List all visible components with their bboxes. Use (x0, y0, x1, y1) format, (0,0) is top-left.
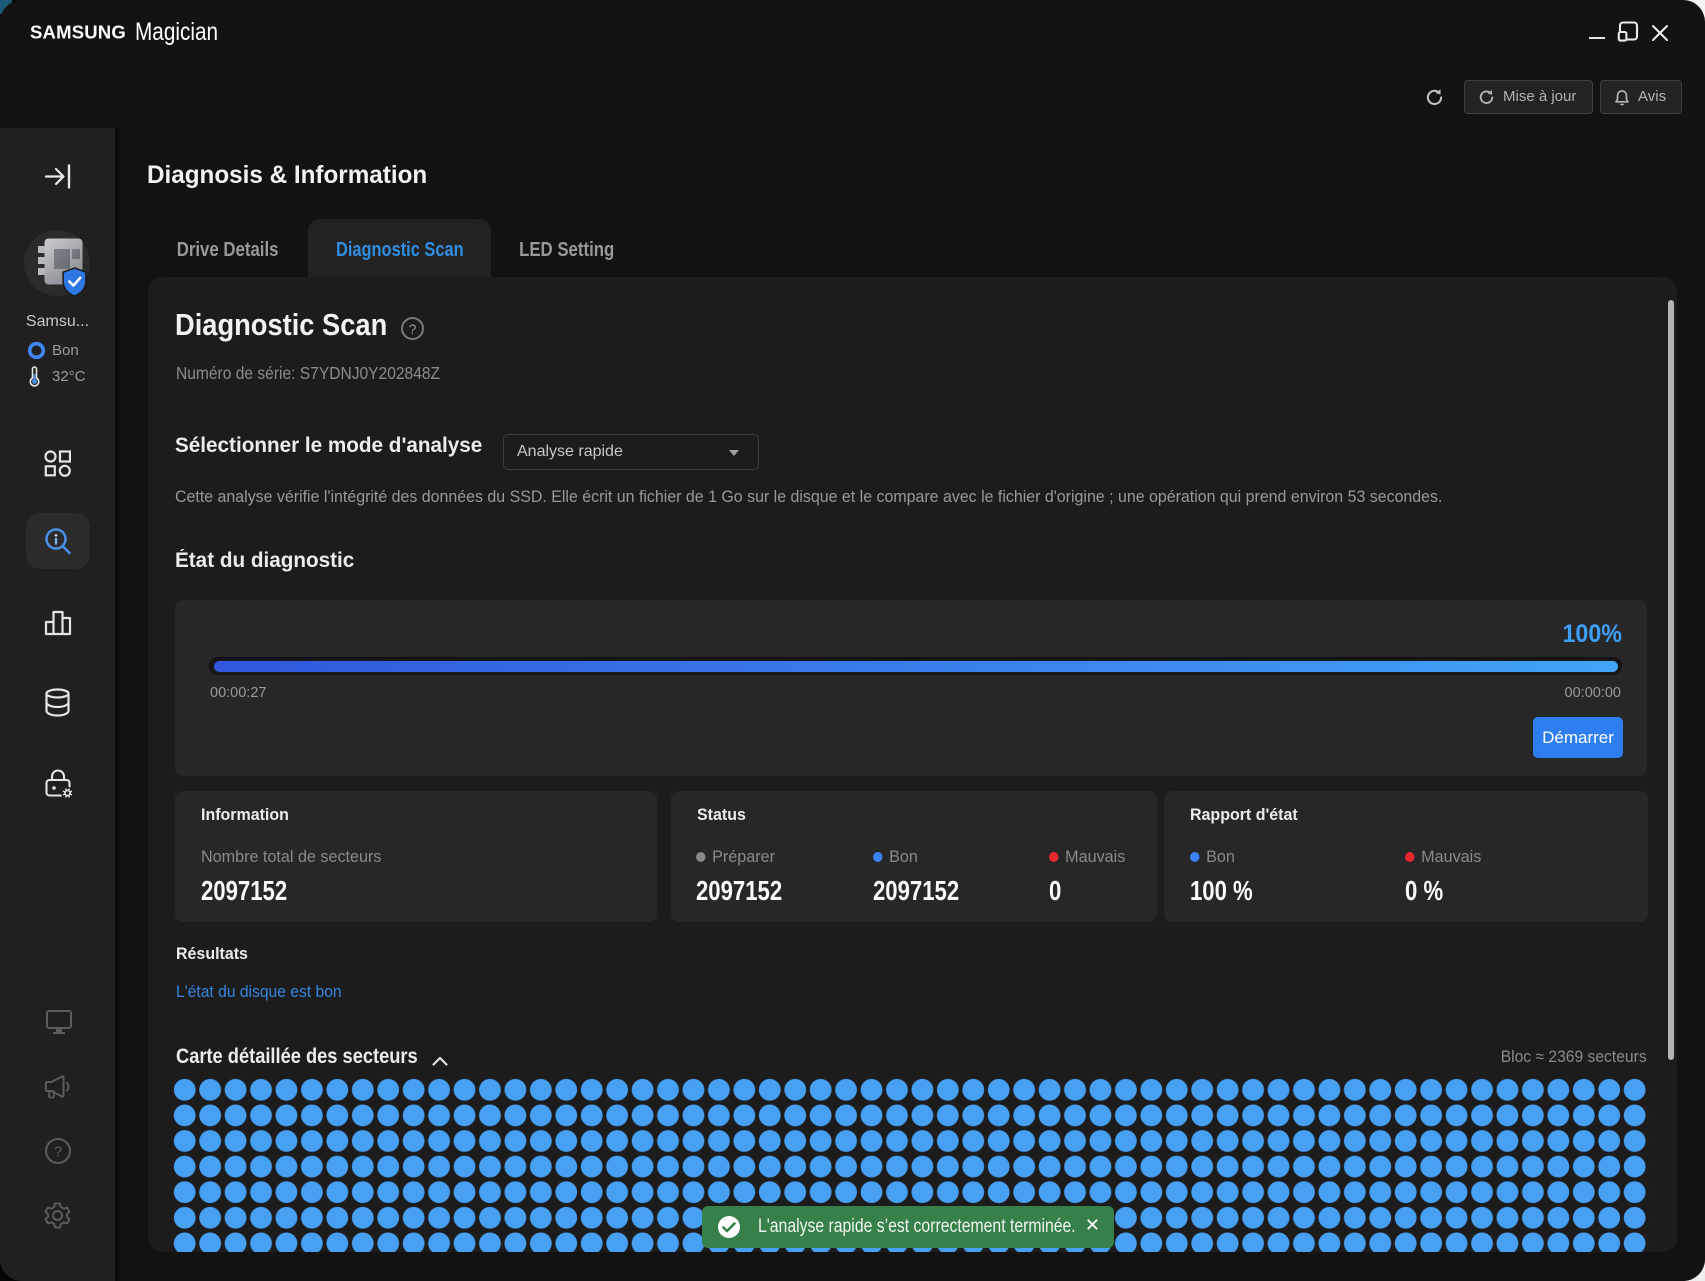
svg-text:?: ? (54, 1144, 62, 1161)
